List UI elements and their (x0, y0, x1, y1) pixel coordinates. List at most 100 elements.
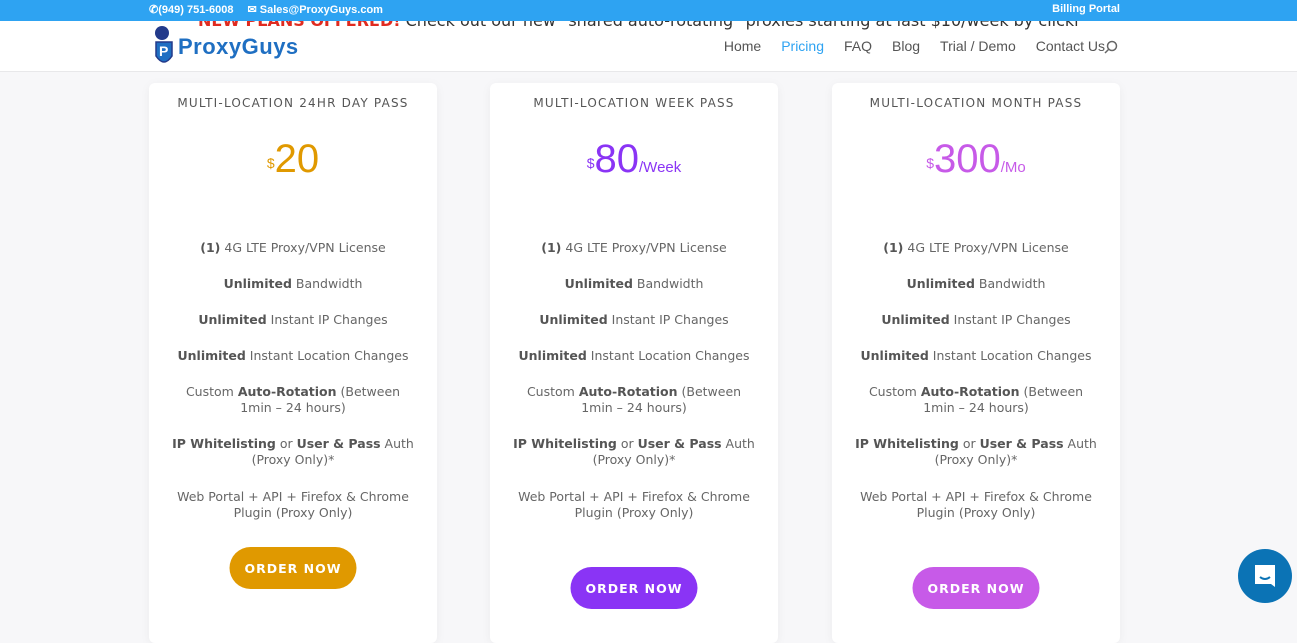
chat-icon (1255, 565, 1275, 587)
feature-text: User & Pass (296, 436, 381, 451)
plan-feature: Unlimited Bandwidth (510, 276, 758, 292)
plan-feature: IP Whitelisting or User & Pass Auth (Pro… (852, 436, 1100, 468)
feature-text: Instant IP Changes (266, 312, 388, 327)
feature-text: Instant Location Changes (245, 348, 409, 363)
feature-text: User & Pass (979, 436, 1064, 451)
feature-text: IP Whitelisting (172, 436, 276, 451)
plan-feature: Unlimited Instant IP Changes (169, 312, 417, 328)
plan-feature: Web Portal + API + Firefox & Chrome Plug… (510, 489, 758, 521)
feature-text: 4G LTE Proxy/VPN License (220, 240, 386, 255)
currency: $ (926, 155, 935, 171)
plan-feature: Unlimited Bandwidth (169, 276, 417, 292)
feature-text: Web Portal + API + Firefox & Chrome Plug… (177, 489, 409, 520)
feature-text: Web Portal + API + Firefox & Chrome Plug… (518, 489, 750, 520)
phone-icon: ✆ (149, 4, 159, 16)
feature-text: Unlimited (518, 348, 587, 363)
plan-feature: Custom Auto-Rotation (Between 1min – 24 … (510, 384, 758, 416)
plan-feature: Unlimited Bandwidth (852, 276, 1100, 292)
currency: $ (266, 155, 275, 171)
feature-text: Unlimited (860, 348, 929, 363)
price-amount: 20 (274, 137, 320, 181)
feature-text: Unlimited (198, 312, 267, 327)
plan-feature: Unlimited Instant Location Changes (510, 348, 758, 364)
plan-price: $20 (149, 136, 437, 191)
plan-title: MULTI-LOCATION MONTH PASS (869, 96, 1083, 110)
plan-feature: Unlimited Instant Location Changes (169, 348, 417, 364)
plan-price: $300/Mo (832, 136, 1120, 191)
feature-text: Custom (868, 384, 921, 399)
svg-text:P: P (159, 43, 168, 59)
feature-text: (1) (883, 240, 904, 255)
feature-text: Auto-Rotation (920, 384, 1020, 399)
feature-text: Auto-Rotation (237, 384, 337, 399)
pricing-card: MULTI-LOCATION WEEK PASS $80/Week (1) 4G … (490, 83, 778, 643)
currency: $ (586, 155, 595, 171)
feature-text: Instant Location Changes (586, 348, 750, 363)
pricing-card: MULTI-LOCATION 24HR DAY PASS $20 (1) 4G L… (149, 83, 437, 643)
announcement[interactable]: NEW PLANS OFFERED! Check out our new "sh… (198, 21, 1078, 30)
price-amount: 80 (594, 137, 640, 181)
main-nav: Home Pricing FAQ Blog Trial / Demo Contact Us (724, 38, 1105, 54)
feature-text: 4G LTE Proxy/VPN License (903, 240, 1069, 255)
nav-trial-demo[interactable]: Trial / Demo (940, 38, 1016, 54)
plan-title: MULTI-LOCATION 24HR DAY PASS (177, 96, 409, 110)
feature-text: or (275, 436, 297, 451)
phone-link[interactable]: ✆(949) 751-6008 (149, 3, 233, 16)
plan-feature: (1) 4G LTE Proxy/VPN License (852, 240, 1100, 256)
chat-widget-button[interactable] (1238, 549, 1292, 603)
order-now-button[interactable]: ORDER NOW (570, 567, 698, 609)
feature-text: Unlimited (564, 276, 633, 291)
plan-feature: IP Whitelisting or User & Pass Auth (Pro… (169, 436, 417, 468)
plan-feature: Unlimited Instant IP Changes (852, 312, 1100, 328)
feature-text: or (616, 436, 638, 451)
feature-text: IP Whitelisting (513, 436, 617, 451)
search-icon[interactable] (1104, 40, 1118, 54)
feature-text: Web Portal + API + Firefox & Chrome Plug… (860, 489, 1092, 520)
feature-text: Bandwidth (974, 276, 1046, 291)
feature-text: Auto-Rotation (578, 384, 678, 399)
top-bar: ✆(949) 751-6008 ✉ Sales@ProxyGuys.com Bi… (0, 0, 1297, 21)
price-amount: 300 (934, 137, 1001, 181)
email-link[interactable]: ✉ Sales@ProxyGuys.com (247, 3, 383, 16)
header: NEW PLANS OFFERED! Check out our new "sh… (0, 21, 1297, 71)
order-now-button[interactable]: ORDER NOW (912, 567, 1040, 609)
feature-text: Unlimited (881, 312, 950, 327)
pricing-card: MULTI-LOCATION MONTH PASS $300/Mo (1) 4G … (832, 83, 1120, 643)
price-period: /Week (639, 159, 682, 176)
plan-title: MULTI-LOCATION WEEK PASS (533, 96, 735, 110)
nav-contact-us[interactable]: Contact Us (1036, 38, 1105, 54)
plan-feature: (1) 4G LTE Proxy/VPN License (169, 240, 417, 256)
logo[interactable]: P ProxyGuys (152, 23, 299, 71)
nav-pricing[interactable]: Pricing (781, 38, 824, 54)
feature-text: Custom (526, 384, 579, 399)
feature-text: Bandwidth (291, 276, 363, 291)
plan-feature: Unlimited Instant Location Changes (852, 348, 1100, 364)
feature-text: Unlimited (906, 276, 975, 291)
feature-text: or (958, 436, 980, 451)
plan-feature: Custom Auto-Rotation (Between 1min – 24 … (169, 384, 417, 416)
order-now-button[interactable]: ORDER NOW (229, 547, 357, 589)
feature-text: IP Whitelisting (855, 436, 959, 451)
shield-mascot-icon: P (155, 26, 173, 63)
mail-icon: ✉ (247, 4, 260, 16)
feature-text: Instant IP Changes (949, 312, 1071, 327)
feature-text: (1) (200, 240, 221, 255)
feature-text: 4G LTE Proxy/VPN License (561, 240, 727, 255)
plan-feature: Web Portal + API + Firefox & Chrome Plug… (852, 489, 1100, 521)
feature-text: Instant Location Changes (928, 348, 1092, 363)
plan-feature: Custom Auto-Rotation (Between 1min – 24 … (852, 384, 1100, 416)
nav-faq[interactable]: FAQ (844, 38, 872, 54)
price-period: /Mo (1000, 159, 1026, 176)
billing-portal-link[interactable]: Billing Portal (1052, 3, 1120, 15)
plan-feature: Unlimited Instant IP Changes (510, 312, 758, 328)
feature-text: Bandwidth (632, 276, 704, 291)
plan-price: $80/Week (490, 136, 778, 191)
feature-text: Instant IP Changes (607, 312, 729, 327)
feature-text: (1) (541, 240, 562, 255)
nav-blog[interactable]: Blog (892, 38, 920, 54)
plan-feature: IP Whitelisting or User & Pass Auth (Pro… (510, 436, 758, 468)
feature-text: Unlimited (539, 312, 608, 327)
nav-home[interactable]: Home (724, 38, 761, 54)
plan-feature: (1) 4G LTE Proxy/VPN License (510, 240, 758, 256)
feature-text: Unlimited (177, 348, 246, 363)
